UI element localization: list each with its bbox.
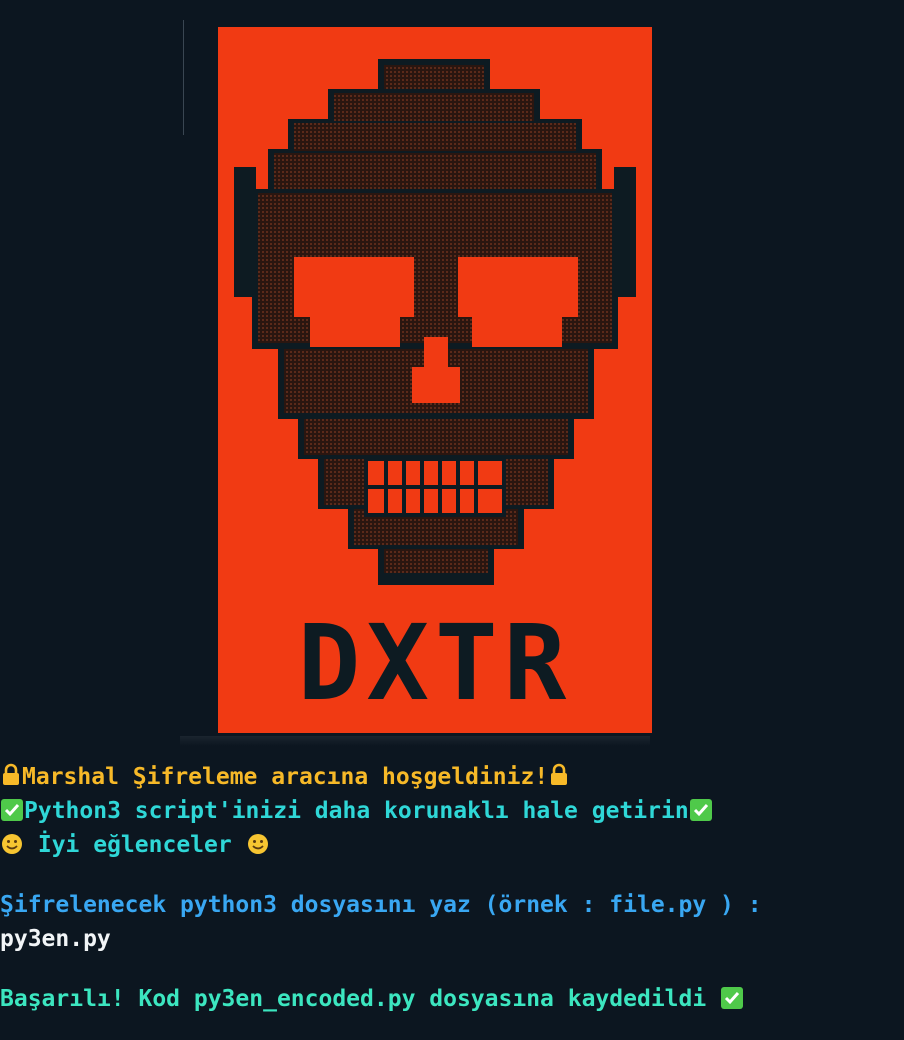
terminal-output: Marshal Şifreleme aracına hoşgeldiniz! P… [0,760,904,1016]
fun-line: İyi eğlenceler [0,828,904,862]
smiling-face-icon [247,831,269,865]
welcome-text: Marshal Şifreleme aracına hoşgeldiniz! [22,764,549,790]
skull-banner: DXTR [218,27,652,733]
welcome-line: Marshal Şifreleme aracına hoşgeldiniz! [0,760,904,794]
banner-shadow [180,736,650,746]
input-line[interactable]: py3en.py [0,922,904,956]
result-line: Başarılı! Kod py3en_encoded.py dosyasına… [0,982,904,1016]
banner-title: DXTR [298,602,572,724]
protect-line: Python3 script'inizi daha korunaklı hale… [0,794,904,828]
jaw-bar [378,573,494,585]
lock-icon [549,763,569,797]
teeth [364,457,506,517]
fun-text: İyi eğlenceler [24,832,246,858]
terminal-window: DXTR Marshal Şifreleme aracına hoşgeldin… [0,0,904,1040]
check-mark-icon [721,985,744,1019]
filename-input[interactable]: py3en.py [0,926,111,952]
divider-line [183,20,184,135]
check-mark-icon [1,797,23,831]
smiling-face-icon [1,831,23,865]
skull-ascii-art: DXTR [234,59,636,724]
prompt-line: Şifrelenecek python3 dosyasını yaz (örne… [0,888,904,922]
prompt-text: Şifrelenecek python3 dosyasını yaz (örne… [0,892,762,918]
check-mark-icon [689,797,712,831]
lock-icon [1,763,21,797]
protect-text: Python3 script'inizi daha korunaklı hale… [24,798,689,824]
result-text: Başarılı! Kod py3en_encoded.py dosyasına… [0,986,721,1012]
